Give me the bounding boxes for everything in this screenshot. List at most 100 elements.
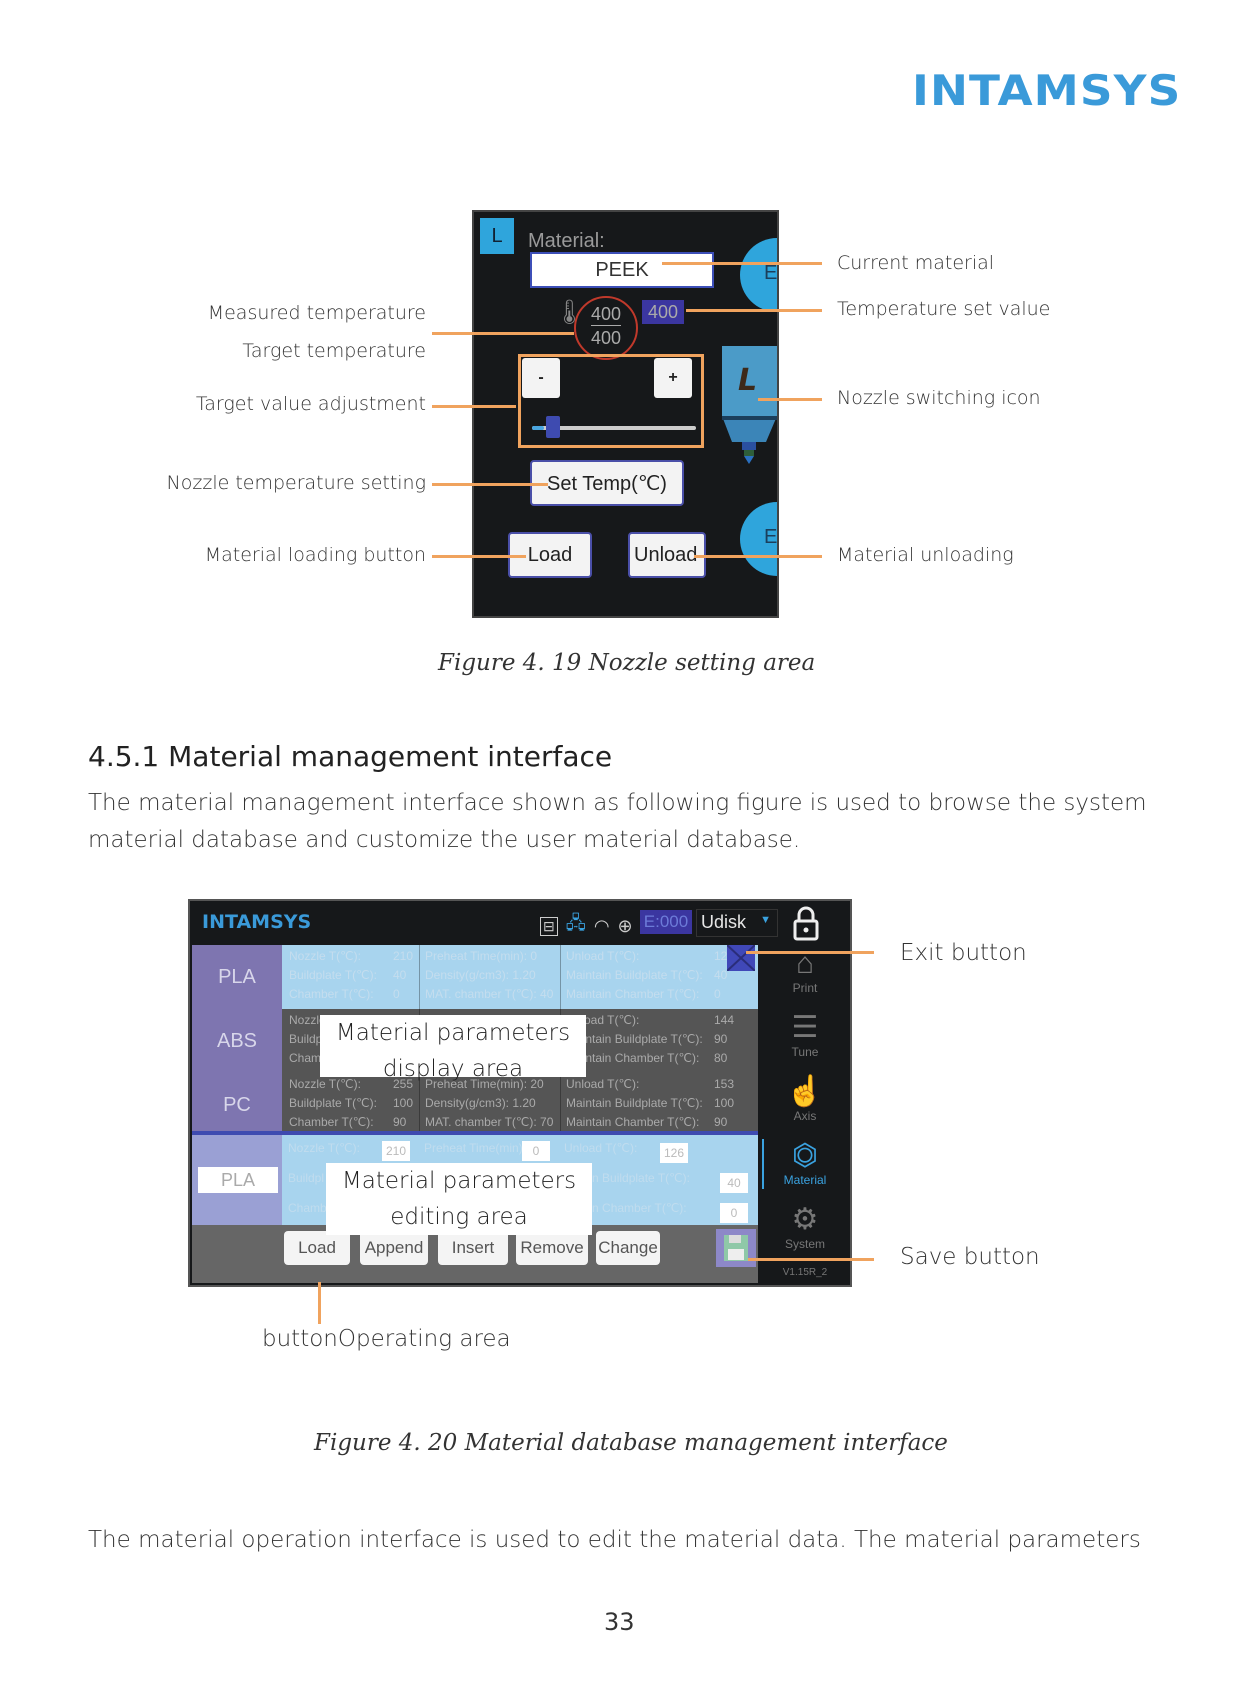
edit-material-name[interactable]: PLA — [198, 1167, 278, 1193]
screen-logo: INTAMSYS — [202, 911, 312, 933]
material-management-screen: INTAMSYS ⊟ 🖧 ◠ ⊕ E:000 Udisk ▼ PLA Nozzle… — [188, 899, 852, 1287]
callout-arrow — [748, 1258, 874, 1261]
figure-4-20-caption: Figure 4. 20 Material database managemen… — [314, 1430, 948, 1456]
sidebar-item-print[interactable]: ⌂ Print — [760, 947, 850, 995]
param-label: Buildplate T(℃): — [289, 1096, 377, 1110]
param-line: Chamber T(℃): 0 — [289, 985, 419, 1004]
edit-unload-input[interactable]: 126 — [660, 1143, 688, 1163]
save-button[interactable] — [716, 1229, 756, 1267]
callout-material-loading-button: Material loading button — [204, 544, 426, 566]
param-line: Maintain Chamber T(℃): 90 — [566, 1113, 746, 1132]
param-line: Density(g/cm3): 1.20 — [425, 968, 536, 982]
param-label: Maintain Buildplate T(℃): — [566, 1032, 703, 1046]
extruder-tab-bottom[interactable]: E — [740, 502, 777, 576]
append-button[interactable]: Append — [360, 1231, 428, 1265]
unload-cell: Unload T(℃): 153 Maintain Buildplate T(℃):… — [560, 1073, 746, 1139]
caret-down-icon: ▼ — [760, 914, 771, 926]
edit-maint-chamber-input[interactable]: 0 — [720, 1203, 748, 1223]
param-line: Maintain Chamber T(℃): 0 — [566, 985, 746, 1004]
param-value: 40 — [393, 968, 407, 982]
edit-maint-buildplate-input[interactable]: 40 — [720, 1173, 748, 1193]
editing-area-label: Material parameters editing area — [326, 1163, 592, 1235]
temperature-slider-thumb[interactable] — [546, 416, 561, 438]
param-line: Maintain Buildplate T(℃): 100 — [566, 1094, 746, 1113]
target-temperature: 400 — [591, 328, 622, 348]
callout-measured-temperature: Measured temperature — [207, 302, 426, 324]
error-code-badge[interactable]: E:000 — [640, 910, 692, 934]
callout-arrow — [432, 555, 526, 558]
param-line: Unload T(℃): 126 — [566, 947, 746, 966]
sidebar-item-system[interactable]: ⚙ System — [760, 1203, 850, 1251]
svg-text:L: L — [738, 363, 757, 398]
unload-cell: Unload T(℃): 144 Maintain Buildplate T(℃):… — [560, 1009, 746, 1075]
param-label: Unload T(℃): — [566, 1077, 640, 1091]
material-name: PLA — [192, 945, 282, 1009]
callout-operating-area: buttonOperating area — [262, 1326, 511, 1352]
decrease-button[interactable]: - — [522, 358, 560, 398]
param-label: Maintain Chamber T(℃): — [566, 1115, 700, 1129]
param-line: Nozzle T(℃): 210 — [289, 947, 419, 966]
callout-arrow — [662, 262, 822, 265]
load-material-button[interactable]: Load — [284, 1231, 350, 1265]
measured-temperature: 400 — [591, 304, 622, 326]
status-icons: ⊟ 🖧 ◠ ⊕ — [540, 911, 633, 941]
increase-button[interactable]: + — [654, 358, 692, 398]
set-temp-button[interactable]: Set Temp(℃) — [530, 460, 684, 506]
lock-icon[interactable] — [790, 905, 822, 941]
param-line: Chamber T(℃): 90 — [289, 1113, 419, 1132]
top-bar: INTAMSYS ⊟ 🖧 ◠ ⊕ E:000 Udisk ▼ — [190, 901, 850, 945]
section-heading: 4.5.1 Material management interface — [88, 740, 613, 773]
sidebar-item-material[interactable]: ⏣ Material — [760, 1139, 850, 1187]
param-label: Chamber T(℃): — [289, 1115, 374, 1129]
param-label: Nozzle T(℃): — [289, 949, 361, 963]
display-area-label: Material parameters display area — [320, 1015, 586, 1082]
param-line: Buildplate T(℃): 100 — [289, 1094, 419, 1113]
extruder-label: E — [764, 262, 778, 284]
exit-button[interactable] — [726, 944, 756, 972]
change-button[interactable]: Change — [596, 1231, 660, 1265]
sidebar: ⌂ Print ☰ Tune ☝ Axis ⏣ Material ⚙ System V1.… — [760, 945, 850, 1285]
material-row[interactable]: PLA Nozzle T(℃): 210 Buildplate T(℃): 40 Cham… — [192, 945, 758, 1011]
edit-nozzle-label: Nozzle T(℃): — [288, 1141, 360, 1155]
temperature-set-value[interactable]: 400 — [642, 300, 684, 324]
sidebar-item-axis[interactable]: ☝ Axis — [760, 1075, 850, 1123]
sidebar-label: Axis — [793, 1109, 817, 1123]
sidebar-item-tune[interactable]: ☰ Tune — [760, 1011, 850, 1059]
remove-button[interactable]: Remove — [516, 1231, 588, 1265]
param-line: Maintain Buildplate T(℃): 40 — [566, 966, 746, 985]
callout-save-button: Save button — [900, 1244, 1040, 1270]
param-value: 40 — [714, 968, 728, 982]
floppy-disk-icon — [724, 1235, 748, 1261]
edit-chamber-label: Chamb — [288, 1201, 327, 1215]
callout-arrow — [432, 405, 516, 408]
param-line: Density(g/cm3): 1.20 — [425, 1096, 536, 1110]
param-line: Unload T(℃): 153 — [566, 1075, 746, 1094]
param-value: 153 — [714, 1077, 735, 1091]
callout-arrow — [432, 483, 548, 486]
storage-select-value: Udisk — [701, 912, 747, 932]
param-label: Unload T(℃): — [566, 949, 640, 963]
preheat-cell: Preheat Time(min): 0 Density(g/cm3): 1.20… — [419, 945, 565, 1011]
callout-temperature-set-value: Temperature set value — [837, 298, 1051, 320]
current-material-field[interactable]: PEEK — [530, 252, 714, 288]
sidebar-label: System — [784, 1237, 825, 1251]
spools-icon: ⏣ — [791, 1139, 819, 1172]
param-value: 210 — [393, 949, 414, 963]
hand-pointer-icon: ☝ — [786, 1075, 824, 1108]
callout-arrow — [758, 398, 822, 401]
sidebar-label: Print — [792, 981, 818, 995]
param-value: 0 — [393, 987, 400, 1001]
nozzle-switch-icon[interactable]: L — [722, 346, 777, 466]
edit-nozzle-input[interactable]: 210 — [382, 1141, 410, 1161]
wifi-icon: ◠ — [593, 915, 610, 936]
nozzle-badge[interactable]: L — [480, 218, 514, 254]
lock-screen-icon: ⊟ — [540, 916, 558, 936]
extruder-tab-top[interactable]: E — [740, 238, 778, 312]
param-label: Chamber T(℃): — [289, 987, 374, 1001]
callout-nozzle-temperature-setting: Nozzle temperature setting — [166, 472, 426, 494]
param-label: Buildplate T(℃): — [289, 968, 377, 982]
edit-preheat-input[interactable]: 0 — [522, 1141, 550, 1161]
param-value: 100 — [393, 1096, 414, 1110]
insert-button[interactable]: Insert — [438, 1231, 508, 1265]
storage-select[interactable]: Udisk ▼ — [696, 909, 778, 937]
